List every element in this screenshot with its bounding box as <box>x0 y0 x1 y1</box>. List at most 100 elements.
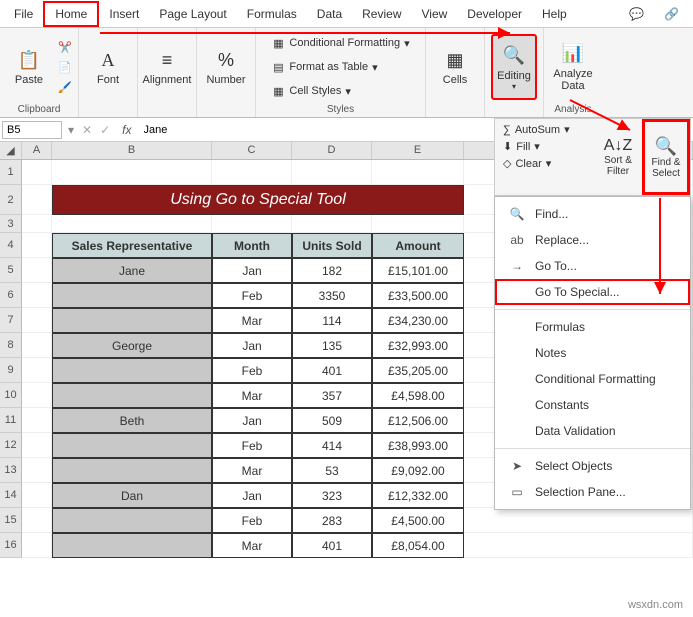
cell-units[interactable]: 509 <box>292 408 372 433</box>
analyze-data-button[interactable]: 📊 Analyze Data <box>550 34 596 100</box>
cell-rep[interactable] <box>52 533 212 558</box>
fx-cancel-icon[interactable]: ✕ <box>78 123 96 137</box>
cell-amount[interactable]: £8,054.00 <box>372 533 464 558</box>
cell-amount[interactable]: £4,500.00 <box>372 508 464 533</box>
menu-notes[interactable]: Notes <box>495 340 690 366</box>
cell[interactable] <box>292 160 372 185</box>
cell-amount[interactable]: £4,598.00 <box>372 383 464 408</box>
cell-month[interactable]: Jan <box>212 333 292 358</box>
cut-button[interactable]: ✂️ <box>58 38 72 56</box>
cells-button[interactable]: ▦ Cells <box>432 34 478 100</box>
cell-month[interactable]: Jan <box>212 408 292 433</box>
cell-amount[interactable]: £12,506.00 <box>372 408 464 433</box>
menu-select-objects[interactable]: ➤Select Objects <box>495 453 690 479</box>
cell-rep[interactable] <box>52 383 212 408</box>
cell-month[interactable]: Mar <box>212 458 292 483</box>
tab-formulas[interactable]: Formulas <box>237 3 307 25</box>
cell[interactable] <box>22 383 52 408</box>
cell-units[interactable]: 401 <box>292 533 372 558</box>
cell[interactable] <box>372 215 464 233</box>
tab-developer[interactable]: Developer <box>457 3 532 25</box>
dropdown-icon[interactable]: ▾ <box>64 123 78 137</box>
cell-rep[interactable]: Dan <box>52 483 212 508</box>
cell-rep[interactable]: George <box>52 333 212 358</box>
cell-units[interactable]: 114 <box>292 308 372 333</box>
row-header[interactable]: 15 <box>0 508 22 533</box>
fx-accept-icon[interactable]: ✓ <box>96 123 114 137</box>
row-header[interactable]: 6 <box>0 283 22 308</box>
share-icon[interactable]: 🔗 <box>654 3 689 25</box>
cell-month[interactable]: Feb <box>212 508 292 533</box>
cell-month[interactable]: Feb <box>212 283 292 308</box>
cell-units[interactable]: 53 <box>292 458 372 483</box>
cell-month[interactable]: Jan <box>212 258 292 283</box>
row-header[interactable]: 9 <box>0 358 22 383</box>
cell[interactable] <box>22 215 52 233</box>
autosum-button[interactable]: ∑ AutoSum ▾ <box>503 123 586 136</box>
cell-rep[interactable] <box>52 508 212 533</box>
menu-goto-special[interactable]: Go To Special... <box>495 279 690 305</box>
cell-amount[interactable]: £34,230.00 <box>372 308 464 333</box>
tab-insert[interactable]: Insert <box>99 3 149 25</box>
row-header[interactable]: 11 <box>0 408 22 433</box>
col-C[interactable]: C <box>212 142 292 159</box>
tab-data[interactable]: Data <box>307 3 352 25</box>
select-all-corner[interactable]: ◢ <box>0 142 22 159</box>
cell[interactable] <box>22 433 52 458</box>
find-select-button[interactable]: 🔍 Find & Select <box>642 119 690 195</box>
row-header[interactable]: 10 <box>0 383 22 408</box>
copy-button[interactable]: 📄 <box>58 58 72 76</box>
name-box[interactable] <box>2 121 62 139</box>
tab-page-layout[interactable]: Page Layout <box>149 3 236 25</box>
row-header[interactable]: 7 <box>0 308 22 333</box>
tab-file[interactable]: File <box>4 3 43 25</box>
format-painter-button[interactable]: 🖌️ <box>58 78 72 96</box>
cell[interactable] <box>22 408 52 433</box>
col-D[interactable]: D <box>292 142 372 159</box>
cell-rep[interactable] <box>52 358 212 383</box>
cell-amount[interactable]: £35,205.00 <box>372 358 464 383</box>
cell[interactable] <box>22 160 52 185</box>
fx-icon[interactable]: fx <box>114 123 139 137</box>
menu-goto[interactable]: →Go To... <box>495 253 690 279</box>
cell-month[interactable]: Mar <box>212 533 292 558</box>
cell-units[interactable]: 323 <box>292 483 372 508</box>
cell-units[interactable]: 182 <box>292 258 372 283</box>
table-header[interactable]: Month <box>212 233 292 258</box>
tab-view[interactable]: View <box>412 3 458 25</box>
table-header[interactable]: Units Sold <box>292 233 372 258</box>
format-as-table-button[interactable]: ▤Format as Table ▾ <box>271 58 409 76</box>
cell[interactable] <box>22 533 52 558</box>
alignment-button[interactable]: ≡ Alignment <box>144 34 190 100</box>
menu-formulas[interactable]: Formulas <box>495 314 690 340</box>
editing-button[interactable]: 🔍 Editing ▾ <box>491 34 537 100</box>
cell[interactable] <box>22 233 52 258</box>
cell[interactable] <box>464 533 693 558</box>
row-header[interactable]: 5 <box>0 258 22 283</box>
number-button[interactable]: % Number <box>203 34 249 100</box>
cell-rep[interactable] <box>52 283 212 308</box>
cell[interactable] <box>22 483 52 508</box>
row-header[interactable]: 1 <box>0 160 22 185</box>
cell[interactable] <box>22 508 52 533</box>
cell-amount[interactable]: £12,332.00 <box>372 483 464 508</box>
tab-help[interactable]: Help <box>532 3 577 25</box>
row-header[interactable]: 4 <box>0 233 22 258</box>
menu-cond-format[interactable]: Conditional Formatting <box>495 366 690 392</box>
cell-rep[interactable] <box>52 433 212 458</box>
conditional-formatting-button[interactable]: ▦Conditional Formatting ▾ <box>271 34 409 52</box>
cell-rep[interactable]: Jane <box>52 258 212 283</box>
cell[interactable] <box>22 185 52 215</box>
cell-units[interactable]: 414 <box>292 433 372 458</box>
row-header[interactable]: 14 <box>0 483 22 508</box>
cell[interactable] <box>22 358 52 383</box>
cell[interactable] <box>212 215 292 233</box>
cell-amount[interactable]: £9,092.00 <box>372 458 464 483</box>
col-A[interactable]: A <box>22 142 52 159</box>
col-B[interactable]: B <box>52 142 212 159</box>
cell-units[interactable]: 283 <box>292 508 372 533</box>
cell-month[interactable]: Feb <box>212 433 292 458</box>
cell-units[interactable]: 135 <box>292 333 372 358</box>
table-header[interactable]: Amount <box>372 233 464 258</box>
cell-units[interactable]: 401 <box>292 358 372 383</box>
